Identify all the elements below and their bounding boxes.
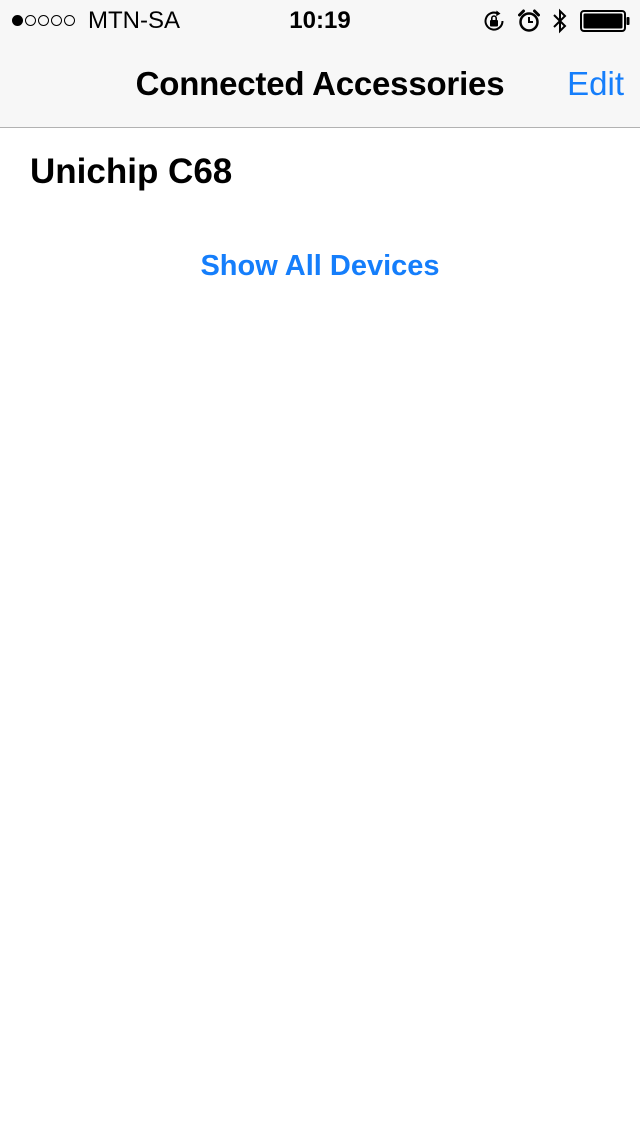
status-icons [482, 6, 630, 36]
edit-button[interactable]: Edit [567, 64, 624, 104]
status-bar: MTN-SA 10:19 [0, 0, 640, 40]
rotation-lock-icon [482, 9, 506, 33]
battery-icon [580, 10, 630, 32]
alarm-icon [518, 9, 540, 33]
connected-device-name[interactable]: Unichip C68 [30, 151, 232, 193]
page-title: Connected Accessories [135, 65, 505, 102]
top-bar: MTN-SA 10:19 Connected Accessories Edit [0, 0, 640, 128]
show-all-devices-button[interactable]: Show All Devices [0, 248, 640, 284]
bluetooth-icon [552, 7, 568, 35]
